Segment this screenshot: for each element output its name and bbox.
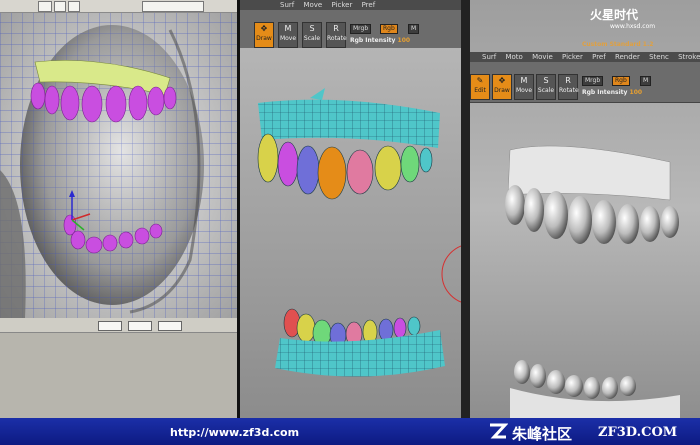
menu-item[interactable]: Pref	[362, 1, 376, 9]
rgb-intensity-slider[interactable]: Rgb Intensity 100	[350, 37, 410, 44]
menu-item[interactable]: Surf	[280, 1, 294, 9]
footer-community-name: 朱峰社区	[512, 425, 573, 443]
draw-icon: ✥	[260, 24, 268, 33]
footer-banner: http://www.zf3d.com 朱峰社区 ZF3D.COM	[0, 418, 700, 445]
rgb-intensity-slider[interactable]: Rgb Intensity 100	[582, 89, 642, 96]
coord-y-field[interactable]	[128, 321, 152, 331]
scale-button[interactable]: S Scale	[536, 74, 556, 100]
rgb-toggle[interactable]: Rgb	[612, 76, 630, 86]
menu-item[interactable]: Picker	[562, 53, 583, 61]
mrgb-toggle[interactable]: Mrgb	[350, 24, 372, 34]
move-button[interactable]: M Move	[514, 74, 534, 100]
zbrush-menu-bar: Surf Move Picker Pref	[240, 0, 461, 10]
panel-divider	[461, 0, 470, 418]
zbrush-panel-left: Surf Move Picker Pref ✥ Draw M Move S Scale…	[240, 0, 461, 418]
zbrush-menu-bar: Surf Moto Movie Picker Pref Render Stenc…	[470, 52, 700, 62]
rotate-icon: R	[333, 24, 339, 33]
move-icon: M	[284, 24, 292, 33]
max-viewport-panel	[0, 0, 237, 418]
max-coordinate-bar	[0, 318, 237, 333]
rgb-toggle[interactable]: Rgb	[380, 24, 398, 34]
move-button[interactable]: M Move	[278, 22, 298, 48]
edit-button[interactable]: ✎ Edit	[470, 74, 490, 100]
coord-z-field[interactable]	[158, 321, 182, 331]
scale-button[interactable]: S Scale	[302, 22, 322, 48]
m-toggle[interactable]: M	[408, 24, 420, 34]
toolbar-field[interactable]	[68, 1, 80, 12]
zbrush-toolbar: ✥ Draw M Move S Scale R Rotate Mrgb Rgb M Rg…	[240, 10, 461, 49]
menu-item[interactable]: Move	[303, 1, 322, 9]
menu-item[interactable]: Stroke	[678, 53, 700, 61]
menu-item[interactable]: Render	[615, 53, 640, 61]
menu-item[interactable]: Movie	[532, 53, 553, 61]
toolbar-dropdown[interactable]	[142, 1, 204, 12]
scale-icon: S	[309, 24, 315, 33]
rotate-icon: R	[565, 76, 571, 85]
draw-button[interactable]: ✥ Draw	[254, 22, 274, 48]
zbrush-toolbar: ✎ Edit ✥ Draw M Move S Scale R Rotate Mrgb Rg…	[470, 62, 700, 103]
hxsd-watermark: 火星时代 www.hxsd.com	[590, 8, 656, 30]
toolbar-field[interactable]	[54, 1, 66, 12]
coord-x-field[interactable]	[98, 321, 122, 331]
rotate-button[interactable]: R Rotate	[558, 74, 579, 100]
draw-icon: ✥	[498, 76, 506, 85]
move-icon: M	[520, 76, 528, 85]
zbrush-canvas-left[interactable]	[240, 48, 461, 418]
zbrush-panel-right: Custom Standard 1.2 Surf Moto Movie Pick…	[470, 0, 700, 418]
edit-icon: ✎	[476, 76, 484, 85]
brush-title: Custom Standard 1.2	[582, 41, 654, 48]
menu-item[interactable]: Pref	[592, 53, 606, 61]
toolbar-field[interactable]	[38, 1, 52, 12]
scale-icon: S	[543, 76, 549, 85]
menu-item[interactable]: Stenc	[649, 53, 669, 61]
footer-url[interactable]: http://www.zf3d.com	[170, 426, 299, 439]
footer-brand: ZF3D.COM	[598, 425, 678, 440]
menu-item[interactable]: Moto	[505, 53, 522, 61]
menu-item[interactable]: Surf	[482, 53, 496, 61]
m-toggle[interactable]: M	[640, 76, 652, 86]
rotate-button[interactable]: R Rotate	[326, 22, 347, 48]
max-status-area	[0, 318, 237, 418]
zf3d-logo-icon	[490, 423, 508, 439]
menu-item[interactable]: Picker	[331, 1, 352, 9]
draw-button[interactable]: ✥ Draw	[492, 74, 512, 100]
mrgb-toggle[interactable]: Mrgb	[582, 76, 604, 86]
max-toolbar	[0, 0, 237, 13]
